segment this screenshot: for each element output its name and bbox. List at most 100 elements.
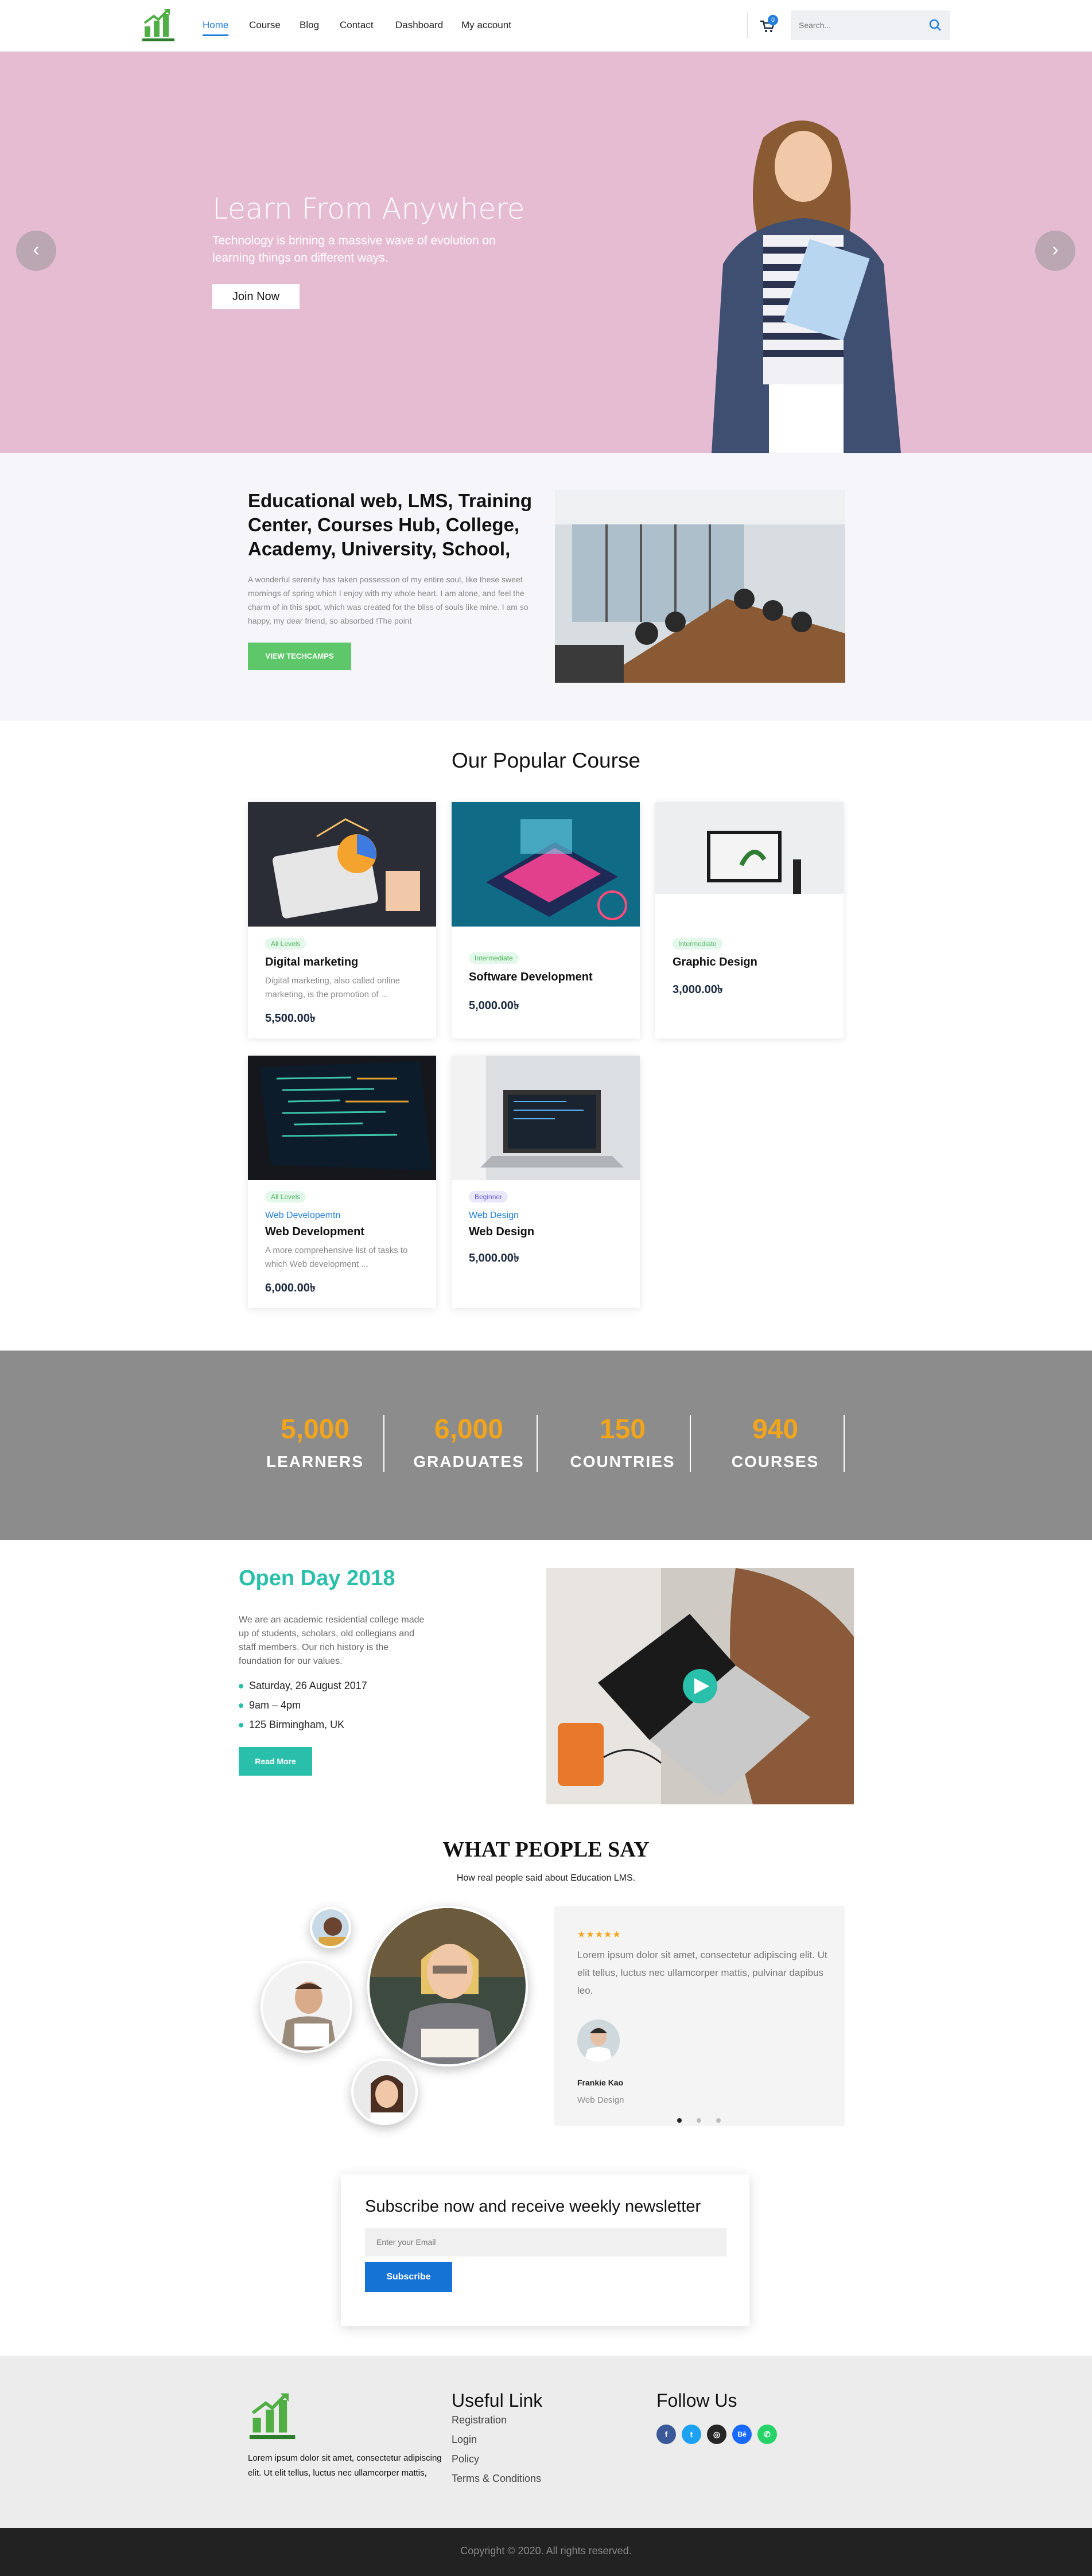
stat-divider — [537, 1415, 538, 1472]
course-title[interactable]: Graphic Design — [673, 956, 757, 969]
nav-my-account[interactable]: My account — [461, 20, 511, 31]
subscribe-button[interactable]: Subscribe — [365, 2262, 452, 2292]
stats-section: 5,000 LEARNERS 6,000 GRADUATES 150 COUNT… — [0, 1351, 1092, 1540]
course-card[interactable]: All Levels Web Developemtn Web Developme… — [248, 1056, 436, 1308]
reviewer-role: Web Design — [577, 2095, 624, 2105]
carousel-dot-active[interactable] — [677, 2118, 682, 2123]
carousel-dot[interactable] — [716, 2118, 721, 2123]
twitter-icon[interactable]: t — [682, 2425, 701, 2444]
stat-graduates-label: GRADUATES — [413, 1453, 524, 1470]
reviewer-name: Frankie Kao — [577, 2078, 624, 2087]
copyright-bar: Copyright © 2020. All rights reserved. — [0, 2528, 1092, 2576]
avatar — [367, 1906, 528, 2067]
hero-subtitle: Technology is brining a massive wave of … — [212, 234, 496, 264]
follow-us-heading: Follow Us — [656, 2390, 737, 2411]
course-price: 5,000.00৳ — [469, 1252, 519, 1264]
openday-date: Saturday, 26 August 2017 — [239, 1680, 367, 1692]
site-footer: Lorem ipsum dolor sit amet, consectetur … — [0, 2356, 1092, 2528]
instagram-icon[interactable]: ◎ — [707, 2425, 726, 2444]
view-techcamps-button[interactable]: VIEW TECHCAMPS — [248, 643, 351, 670]
stat-courses-value: 940 — [752, 1414, 799, 1445]
footer-link-terms[interactable]: Terms & Conditions — [452, 2473, 541, 2485]
course-level-badge: All Levels — [265, 938, 306, 950]
openday-text: We are an academic residential college m… — [239, 1615, 425, 1666]
course-card[interactable]: Intermediate Graphic Design 3,000.00৳ — [655, 802, 844, 1038]
testimonial-card: ★★★★★ Lorem ipsum dolor sit amet, consec… — [554, 1906, 845, 2126]
course-price: 3,000.00৳ — [673, 983, 723, 996]
read-more-button[interactable]: Read More — [239, 1747, 312, 1776]
openday-video[interactable] — [546, 1568, 854, 1804]
behance-icon[interactable]: Bē — [732, 2425, 752, 2444]
meeting-room-photo — [555, 490, 845, 683]
courses-heading: Our Popular Course — [451, 749, 641, 772]
email-field[interactable] — [365, 2228, 726, 2256]
site-logo[interactable] — [141, 7, 177, 42]
openday-location: 125 Birmingham, UK — [239, 1719, 344, 1731]
course-price: 5,000.00৳ — [469, 999, 519, 1012]
footer-about-text: Lorem ipsum dolor sit amet, consectetur … — [248, 2453, 442, 2478]
stat-countries-label: COUNTRIES — [570, 1453, 675, 1470]
course-image — [452, 802, 640, 927]
avatar — [351, 2059, 418, 2125]
stat-courses-label: COURSES — [731, 1453, 819, 1470]
course-price: 6,000.00৳ — [265, 1282, 316, 1294]
stat-learners-value: 5,000 — [280, 1414, 350, 1445]
course-title[interactable]: Digital marketing — [265, 956, 358, 969]
course-card[interactable]: Beginner Web Design Web Design 5,000.00৳ — [452, 1056, 640, 1308]
nav-home[interactable]: Home — [203, 20, 229, 36]
useful-links-heading: Useful Link — [452, 2390, 543, 2411]
site-header: Home Course Blog Contact Dashboard My ac… — [0, 0, 1092, 52]
avatar — [310, 1907, 351, 1948]
nav-dashboard[interactable]: Dashboard — [395, 20, 443, 31]
course-title[interactable]: Web Development — [265, 1225, 364, 1239]
nav-contact[interactable]: Contact — [340, 20, 374, 31]
about-title: Educational web, LMS, Training Center, C… — [248, 490, 533, 559]
bullet-icon — [239, 1703, 243, 1709]
course-title[interactable]: Web Design — [469, 1225, 534, 1239]
bullet-icon — [239, 1723, 243, 1728]
openday-time: 9am – 4pm — [239, 1699, 301, 1711]
search-icon[interactable] — [928, 18, 942, 32]
footer-link-policy[interactable]: Policy — [452, 2453, 479, 2465]
course-level-badge: All Levels — [265, 1191, 306, 1203]
reviewer-avatar — [577, 2019, 620, 2062]
openday-title: Open Day 2018 — [239, 1566, 395, 1590]
course-card[interactable]: Intermediate Software Development 5,000.… — [452, 802, 640, 1038]
carousel-dot[interactable] — [697, 2118, 701, 2123]
bullet-icon — [239, 1684, 243, 1689]
testimonial-quote: Lorem ipsum dolor sit amet, consectetur … — [577, 1949, 827, 1996]
about-section: Educational web, LMS, Training Center, C… — [0, 453, 1092, 721]
about-text: A wonderful serenity has taken possessio… — [248, 575, 528, 625]
course-title[interactable]: Software Development — [469, 971, 593, 984]
rating-stars-icon: ★★★★★ — [577, 1930, 621, 1940]
facebook-icon[interactable]: f — [656, 2425, 676, 2444]
course-card[interactable]: All Levels Digital marketing Digital mar… — [248, 802, 436, 1038]
stat-graduates-value: 6,000 — [434, 1414, 504, 1445]
hero-slider: ‹ › Learn From Anywhere Technology is br… — [0, 52, 1092, 453]
newsletter-title: Subscribe now and receive weekly newslet… — [365, 2197, 701, 2216]
stat-divider — [690, 1415, 691, 1472]
course-image — [248, 1056, 436, 1180]
stat-divider — [844, 1415, 845, 1472]
footer-link-registration[interactable]: Registration — [452, 2414, 507, 2426]
header-divider — [747, 13, 748, 38]
newsletter-box: Subscribe now and receive weekly newslet… — [341, 2174, 749, 2326]
course-description: Digital marketing, also called online ma… — [265, 976, 401, 999]
course-category[interactable]: Web Design — [469, 1211, 519, 1221]
search-input[interactable] — [799, 18, 914, 32]
hero-next-arrow[interactable]: › — [1035, 231, 1075, 271]
nav-course[interactable]: Course — [249, 20, 281, 31]
footer-logo[interactable] — [248, 2390, 298, 2441]
copyright-text: Copyright © 2020. All rights reserved. — [460, 2545, 632, 2556]
course-level-badge: Intermediate — [673, 938, 722, 950]
course-level-badge: Beginner — [469, 1191, 508, 1203]
hero-title: Learn From Anywhere — [212, 192, 525, 225]
footer-link-login[interactable]: Login — [452, 2434, 477, 2446]
whatsapp-icon[interactable]: ✆ — [757, 2425, 777, 2444]
course-level-badge: Intermediate — [469, 952, 519, 964]
course-category[interactable]: Web Developemtn — [265, 1211, 340, 1221]
nav-blog[interactable]: Blog — [300, 20, 319, 31]
stat-countries-value: 150 — [599, 1414, 646, 1445]
join-now-button[interactable]: Join Now — [212, 284, 300, 309]
hero-prev-arrow[interactable]: ‹ — [16, 231, 56, 271]
